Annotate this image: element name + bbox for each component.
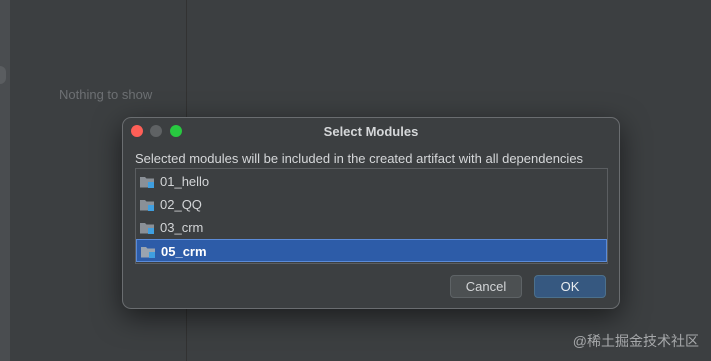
module-item-02-qq[interactable]: 02_QQ (136, 193, 607, 216)
ok-button[interactable]: OK (534, 275, 606, 298)
module-folder-icon (140, 200, 154, 211)
module-folder-icon (140, 177, 154, 188)
dialog-title: Select Modules (323, 124, 419, 139)
dialog-titlebar: Select Modules (123, 118, 619, 144)
module-label: 05_crm (161, 244, 207, 259)
module-label: 01_hello (160, 174, 210, 189)
watermark: @稀土掘金技术社区 (572, 333, 699, 349)
module-item-01-hello[interactable]: 01_hello (136, 170, 607, 193)
module-folder-icon (140, 223, 154, 234)
module-item-05-crm[interactable]: 05_crm (136, 239, 607, 262)
module-item-03-crm[interactable]: 03_crm (136, 216, 607, 239)
dialog-description: Selected modules will be included in the… (135, 151, 584, 166)
module-label: 02_QQ (160, 197, 202, 212)
cancel-button[interactable]: Cancel (450, 275, 522, 298)
select-modules-dialog: Select Modules Selected modules will be … (122, 117, 620, 309)
left-tool-strip (0, 0, 10, 361)
tool-strip-handle[interactable] (0, 66, 6, 84)
module-folder-icon (141, 247, 155, 258)
module-label: 03_crm (160, 220, 204, 235)
empty-state-text: Nothing to show (59, 87, 153, 102)
module-list[interactable]: 01_hello 02_QQ 03_crm 05_crm (135, 168, 608, 264)
